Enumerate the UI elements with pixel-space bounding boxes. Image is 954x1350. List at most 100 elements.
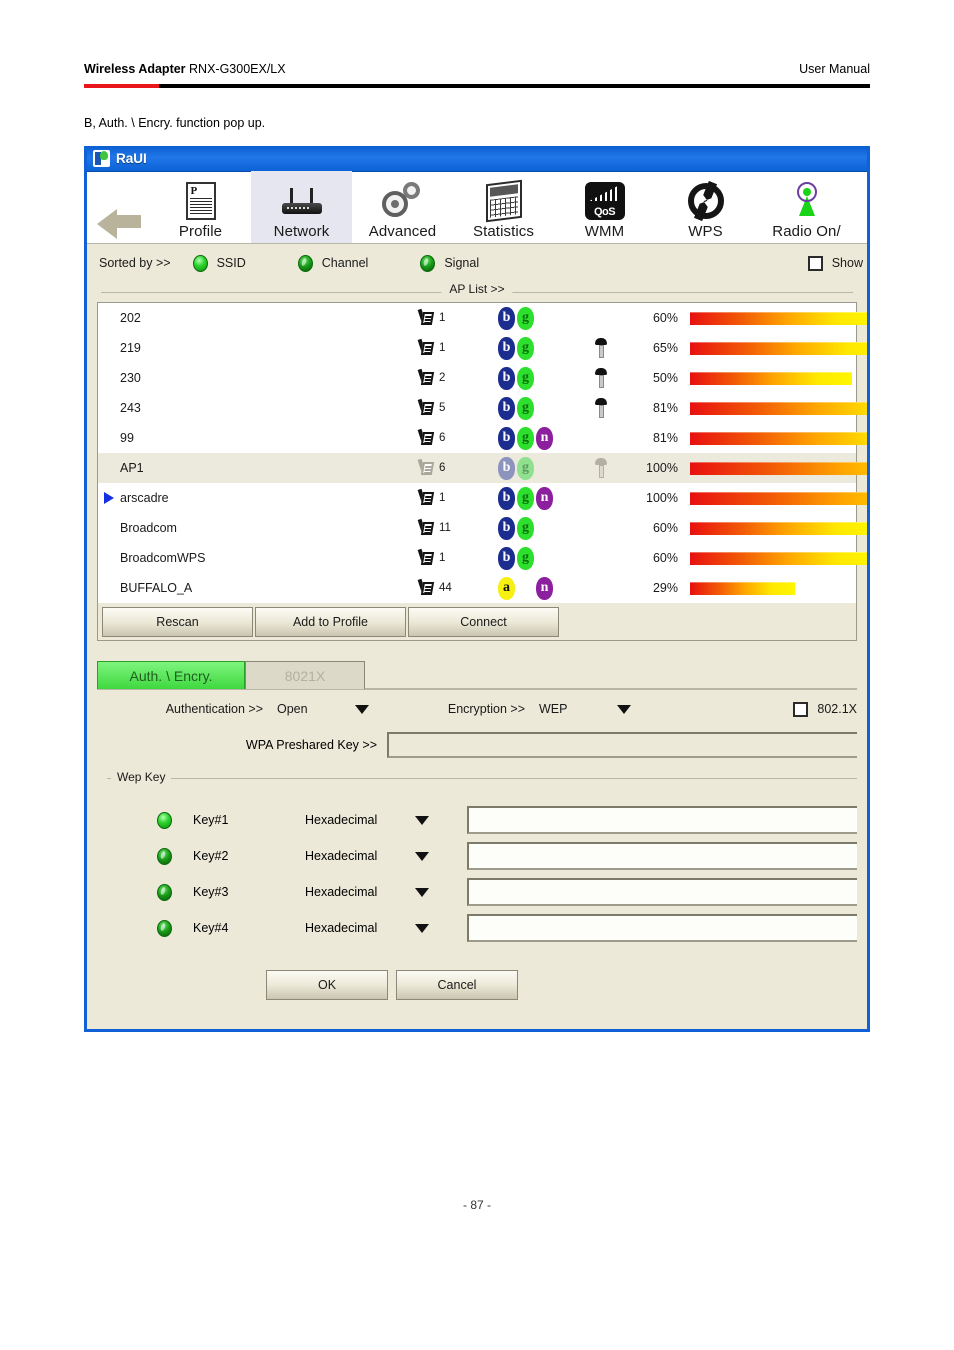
- table-row[interactable]: 219 1 b g 65%: [98, 333, 867, 363]
- wep-key-radio-wrap: [97, 847, 193, 865]
- table-row[interactable]: BUFFALO_A 44 a n 29%: [98, 573, 856, 603]
- mode-badge-b: b: [498, 306, 515, 330]
- sort-option-ssid[interactable]: SSID: [192, 254, 246, 272]
- chevron-down-icon[interactable]: [415, 887, 429, 897]
- connect-button[interactable]: Connect: [408, 606, 559, 637]
- ap-signal-bar: [690, 491, 867, 505]
- raui-application-window: RaUI Profile Network Advanced Statistics: [84, 146, 870, 1032]
- ap-mode-badges: bg: [498, 336, 580, 360]
- cancel-button[interactable]: Cancel: [396, 970, 518, 1000]
- wep-key-format-dropdown[interactable]: [415, 851, 467, 861]
- ok-button[interactable]: OK: [266, 970, 388, 1000]
- wep-key-input-3[interactable]: [467, 878, 857, 906]
- rescan-button[interactable]: Rescan: [102, 606, 253, 637]
- wep-key-format-value[interactable]: Hexadecimal: [305, 813, 415, 827]
- ap-list[interactable]: 202 1 b g 60% 219 1 b g 65% 230 2 b g 50% 243 5 b g 81% 99 6 b…: [97, 302, 867, 603]
- sort-option-channel[interactable]: Channel: [297, 254, 368, 272]
- add-to-profile-button[interactable]: Add to Profile: [255, 606, 406, 637]
- ap-signal-percent: 29%: [652, 581, 678, 595]
- tab-wmm[interactable]: QoS WMM: [554, 171, 655, 243]
- sort-channel-radio[interactable]: [297, 254, 313, 272]
- encryption-label: Encryption >>: [447, 702, 525, 716]
- qos-icon: QoS: [554, 179, 655, 223]
- wep-key-radio-1[interactable]: [157, 811, 172, 829]
- tab-radio-on-off[interactable]: Radio On/: [756, 171, 857, 243]
- wep-key-format-value[interactable]: Hexadecimal: [305, 849, 415, 863]
- tab-auth-encry[interactable]: Auth. \ Encry.: [97, 661, 245, 689]
- current-network-marker-icon: [98, 483, 120, 513]
- tab-wps[interactable]: WPS: [655, 171, 756, 243]
- ap-signal-bar: [690, 311, 867, 325]
- wep-key-radio-2[interactable]: [157, 847, 172, 865]
- channel-tag-icon: [417, 578, 436, 597]
- wep-key-radio-4[interactable]: [157, 919, 172, 937]
- wep-key-format-dropdown[interactable]: [415, 815, 467, 825]
- wep-key-format-dropdown[interactable]: [415, 923, 467, 933]
- ap-signal-bar: [690, 401, 867, 415]
- ap-mode-badges: bg: [498, 546, 580, 570]
- ap-channel: 1: [417, 488, 498, 507]
- table-row[interactable]: 243 5 b g 81%: [98, 393, 867, 423]
- ap-ssid: BroadcomWPS: [120, 551, 206, 565]
- wep-key-format-dropdown[interactable]: [415, 887, 467, 897]
- ap-signal-bar-cell: [678, 513, 867, 543]
- authentication-value[interactable]: Open: [277, 702, 355, 716]
- table-row[interactable]: arscadre 1 b g n 100%: [98, 483, 867, 513]
- tab-8021x[interactable]: 8021X: [245, 661, 365, 689]
- wep-key-format-value[interactable]: Hexadecimal: [305, 885, 415, 899]
- sort-option-signal[interactable]: Signal: [420, 254, 479, 272]
- sort-signal-radio[interactable]: [420, 254, 436, 272]
- encryption-chevron-down-icon[interactable]: [617, 704, 631, 714]
- ap-mode-badges: bg: [498, 516, 580, 540]
- ap-mode-badges: bg: [498, 306, 580, 330]
- wep-key-radio-3[interactable]: [157, 883, 172, 901]
- tab-statistics[interactable]: Statistics: [453, 171, 554, 243]
- psk-input[interactable]: [387, 732, 857, 758]
- row-marker-slot: [98, 423, 120, 453]
- tab-network[interactable]: Network: [251, 171, 352, 243]
- mode-badge-b: b: [498, 366, 515, 390]
- tab-profile-label: Profile: [178, 223, 223, 240]
- mode-badge-g: g: [517, 396, 534, 420]
- mode-badge-n: n: [536, 486, 553, 510]
- ap-channel: 5: [417, 398, 498, 417]
- table-row[interactable]: AP1 6 b g 100%: [98, 453, 867, 483]
- table-row[interactable]: 99 6 b g n 81%: [98, 423, 867, 453]
- encryption-value[interactable]: WEP: [539, 702, 617, 716]
- ap-signal-bar: [690, 521, 867, 535]
- authentication-chevron-down-icon[interactable]: [355, 704, 369, 714]
- back-button[interactable]: [87, 171, 150, 243]
- ap-signal-bar: [690, 461, 867, 475]
- chevron-down-icon[interactable]: [415, 815, 429, 825]
- chevron-down-icon[interactable]: [415, 923, 429, 933]
- dot1x-checkbox[interactable]: [793, 701, 809, 717]
- mode-badge-b: b: [498, 426, 515, 450]
- table-row[interactable]: 230 2 b g 50%: [98, 363, 856, 393]
- show-checkbox[interactable]: [807, 255, 823, 271]
- psk-label: WPA Preshared Key >>: [245, 738, 377, 752]
- wep-key-rows: Key#1 Hexadecimal Key#2 Hexadecimal Key#3 Hex…: [97, 778, 857, 946]
- wep-key-input-1[interactable]: [467, 806, 857, 834]
- sort-ssid-radio[interactable]: [192, 254, 208, 272]
- chevron-down-icon[interactable]: [415, 851, 429, 861]
- mode-badge-g: g: [517, 306, 534, 330]
- ap-security: [580, 338, 622, 358]
- table-row[interactable]: 202 1 b g 60%: [98, 303, 867, 333]
- row-marker-slot: [98, 363, 120, 393]
- tab-advanced[interactable]: Advanced: [352, 171, 453, 243]
- mode-badge-g: g: [517, 426, 534, 450]
- show-checkbox-group[interactable]: Show: [807, 255, 863, 271]
- tab-profile[interactable]: Profile: [150, 171, 251, 243]
- panel-divider: [87, 641, 867, 659]
- dot1x-checkbox-group[interactable]: 802.1X: [793, 701, 857, 717]
- mode-badge-b: b: [498, 396, 515, 420]
- table-row[interactable]: BroadcomWPS 1 b g 60%: [98, 543, 867, 573]
- mode-badge-g: g: [517, 366, 534, 390]
- table-row[interactable]: Broadcom 11 b g 60%: [98, 513, 867, 543]
- channel-tag-icon: [417, 428, 436, 447]
- wep-key-format-value[interactable]: Hexadecimal: [305, 921, 415, 935]
- ap-signal-percent: 50%: [652, 371, 678, 385]
- wep-key-input-4[interactable]: [467, 914, 857, 942]
- wep-key-input-2[interactable]: [467, 842, 857, 870]
- mode-badge-g: g: [517, 516, 534, 540]
